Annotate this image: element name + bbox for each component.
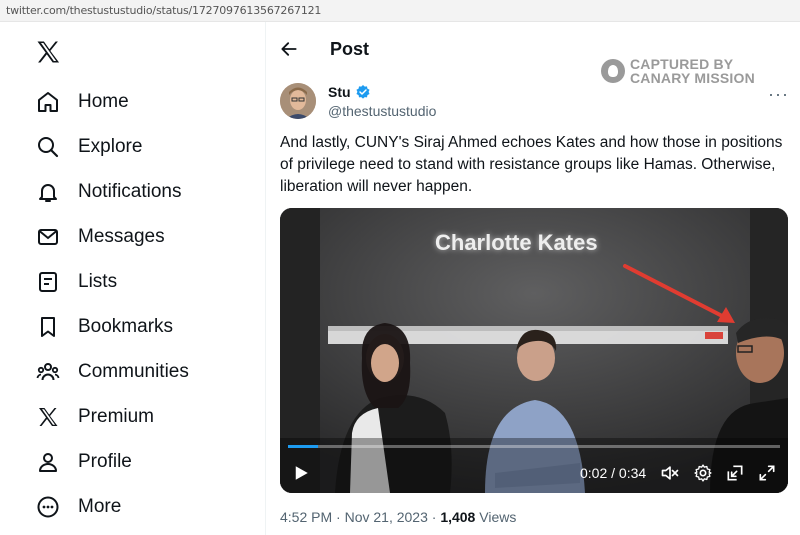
watermark: CAPTURED BY CANARY MISSION: [601, 57, 755, 85]
post-text: And lastly, CUNY's Siraj Ahmed echoes Ka…: [280, 134, 783, 195]
more-options-icon[interactable]: ···: [768, 84, 789, 105]
avatar[interactable]: [280, 83, 316, 119]
sidebar-item-label: Communities: [78, 361, 189, 382]
mail-icon: [38, 229, 58, 245]
sidebar-item-more[interactable]: More: [36, 489, 121, 525]
list-icon: [39, 272, 57, 292]
sidebar-item-notifications[interactable]: Notifications: [36, 174, 182, 210]
avatar-image: [280, 83, 316, 119]
people-icon: [36, 363, 60, 381]
author-name[interactable]: Stu: [328, 84, 371, 100]
mute-icon[interactable]: [660, 463, 680, 483]
video-time: 0:02 / 0:34: [580, 465, 647, 481]
video-caption: Charlotte Kates: [435, 230, 598, 255]
post-timestamp[interactable]: 4:52 PM · Nov 21, 2023 ·: [280, 509, 440, 525]
sidebar-item-label: Notifications: [78, 181, 182, 202]
x-logo-icon[interactable]: [34, 38, 62, 66]
x-logo-icon: [39, 408, 58, 426]
author-name-text[interactable]: Stu: [328, 84, 351, 100]
author-handle[interactable]: @thestustustudio: [328, 103, 436, 119]
watermark-line1: CAPTURED BY: [630, 56, 734, 72]
url-text[interactable]: twitter.com/thestustustudio/status/17270…: [6, 4, 321, 17]
sidebar-item-label: Lists: [78, 271, 118, 292]
sidebar-item-lists[interactable]: Lists: [36, 264, 117, 300]
views-label: Views: [475, 509, 517, 525]
sidebar-item-profile[interactable]: Profile: [36, 444, 132, 480]
sidebar-item-home[interactable]: Home: [36, 84, 129, 120]
back-arrow-icon[interactable]: [279, 39, 299, 59]
sidebar-item-label: Bookmarks: [78, 316, 174, 337]
watermark-line2: CANARY MISSION: [630, 70, 755, 86]
more-circle-icon: [37, 496, 59, 518]
sidebar-item-communities[interactable]: Communities: [36, 354, 189, 390]
main-column: Post CAPTURED BY CANARY MISSION Stu @the…: [267, 22, 800, 535]
view-count: 1,408: [440, 509, 476, 525]
settings-gear-icon[interactable]: [693, 463, 713, 483]
sidebar-item-label: Profile: [78, 451, 132, 472]
play-icon[interactable]: [292, 464, 310, 482]
post-meta: 4:52 PM · Nov 21, 2023 · 1,408 Views: [280, 509, 516, 525]
sidebar-item-messages[interactable]: Messages: [36, 219, 165, 255]
verified-badge-icon: [356, 85, 370, 99]
sidebar-item-premium[interactable]: Premium: [36, 399, 154, 435]
video-progress-bar[interactable]: [288, 445, 780, 448]
sidebar-item-label: Messages: [78, 226, 165, 247]
sidebar-item-label: More: [78, 496, 122, 517]
canary-logo-icon: [601, 59, 625, 83]
browser-url-bar[interactable]: twitter.com/thestustustudio/status/17270…: [0, 0, 800, 22]
sidebar: Home Explore Notifications Messages List…: [0, 22, 266, 535]
video-progress-fill: [288, 445, 318, 448]
bell-icon: [39, 184, 57, 202]
person-icon: [39, 453, 57, 472]
home-icon: [38, 92, 58, 112]
pip-icon[interactable]: [725, 463, 745, 483]
sidebar-item-bookmarks[interactable]: Bookmarks: [36, 309, 173, 345]
video-player[interactable]: Charlotte Kates 0:02 / 0:34: [280, 208, 788, 493]
page-title: Post: [330, 39, 370, 59]
fullscreen-icon[interactable]: [757, 463, 777, 483]
sidebar-item-explore[interactable]: Explore: [36, 129, 142, 165]
search-icon: [38, 137, 59, 158]
sidebar-item-label: Explore: [78, 136, 143, 157]
sidebar-item-label: Home: [78, 91, 129, 112]
bookmark-icon: [41, 317, 55, 337]
sidebar-item-label: Premium: [78, 406, 155, 427]
